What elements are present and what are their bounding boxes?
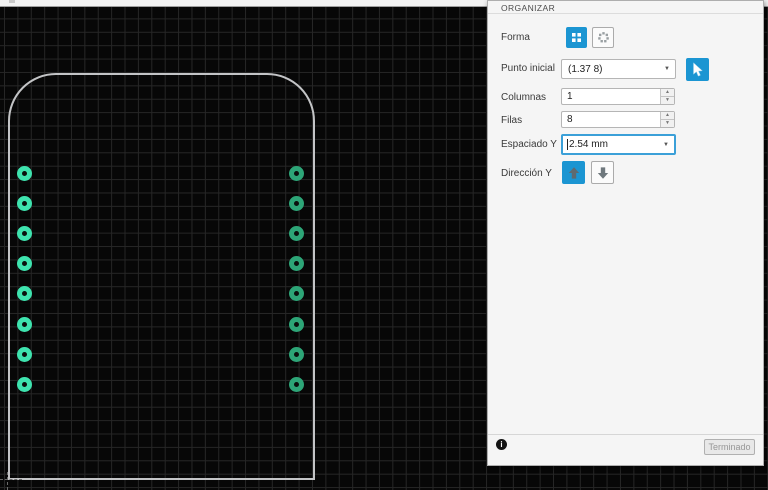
spinner-up-icon[interactable]: ▲ [661,112,674,120]
app-screen: ORGANIZAR Forma Punto inicial (1.37 8) ▼… [0,0,768,490]
pad-right-7[interactable] [288,346,304,362]
pad-right-4[interactable] [288,256,304,272]
direccion-y-label: Dirección Y [501,168,552,179]
pad-hole [22,261,27,267]
pad-right-8[interactable] [288,376,304,392]
shape-circle-button[interactable] [592,27,614,48]
spacing-y-combobox[interactable]: 2.54 mm ▼ [561,134,676,155]
footer-divider [488,434,763,435]
pad-hole [293,351,299,357]
punto-inicial-value: (1.37 8) [568,63,603,75]
pad-hole [293,321,299,327]
pad-hole [293,291,299,297]
text-caret [567,139,568,150]
shape-grid-button[interactable] [566,27,587,48]
origin-marker [7,472,8,490]
pad-hole [22,321,27,327]
pad-hole [22,170,27,176]
pad-right-5[interactable] [288,286,304,302]
pad-left-3[interactable] [17,225,32,241]
pad-left-4[interactable] [17,256,32,272]
pad-left-8[interactable] [17,376,32,392]
info-icon[interactable]: i [496,439,507,450]
pad-left-7[interactable] [17,346,32,362]
spinner-down-icon[interactable]: ▼ [661,120,674,127]
pad-hole [22,381,27,387]
arrow-down-icon [597,166,608,179]
pad-left-6[interactable] [17,316,32,332]
pad-hole [293,170,299,176]
arrow-up-icon [568,166,579,179]
board-outline[interactable] [8,73,315,480]
punto-inicial-dropdown[interactable]: (1.37 8) ▼ [561,59,676,79]
panel-header: ORGANIZAR [488,1,763,14]
pad-right-1[interactable] [288,165,304,181]
pad-hole [293,230,299,236]
forma-label: Forma [501,32,530,43]
pad-hole [22,200,27,206]
toolbar-handle [9,0,15,3]
columns-stepper: ▲ ▼ [561,88,675,105]
columns-spinner: ▲ ▼ [660,89,674,104]
pad-hole [22,230,27,236]
grid-dots-icon [572,33,581,42]
pad-right-3[interactable] [288,225,304,241]
columnas-label: Columnas [501,92,547,103]
pick-point-button[interactable] [686,58,709,81]
direction-down-button[interactable] [591,161,614,184]
columns-input[interactable] [562,89,660,104]
pad-right-6[interactable] [288,316,304,332]
panel-title: ORGANIZAR [501,3,556,13]
pad-hole [293,200,299,206]
origin-marker [0,479,22,480]
punto-inicial-label: Punto inicial [501,63,555,74]
done-button[interactable]: Terminado [704,439,755,455]
pad-hole [293,381,299,387]
pad-left-2[interactable] [17,195,32,211]
rows-input[interactable] [562,112,660,127]
spacing-y-value: 2.54 mm [569,139,608,150]
pad-hole [22,351,27,357]
pad-right-2[interactable] [288,195,304,211]
pad-hole [22,291,27,297]
espaciado-y-label: Espaciado Y [501,139,557,150]
spinner-down-icon[interactable]: ▼ [661,97,674,104]
spinner-up-icon[interactable]: ▲ [661,89,674,97]
chevron-down-icon: ▼ [664,66,670,72]
chevron-down-icon: ▼ [663,141,669,148]
pad-left-1[interactable] [17,165,32,181]
filas-label: Filas [501,115,523,126]
direction-up-button[interactable] [562,161,585,184]
rows-spinner: ▲ ▼ [660,112,674,127]
rows-stepper: ▲ ▼ [561,111,675,128]
pad-hole [293,261,299,267]
circle-dots-icon [597,32,609,43]
cursor-icon [692,62,703,77]
organize-panel: ORGANIZAR Forma Punto inicial (1.37 8) ▼… [487,0,764,466]
